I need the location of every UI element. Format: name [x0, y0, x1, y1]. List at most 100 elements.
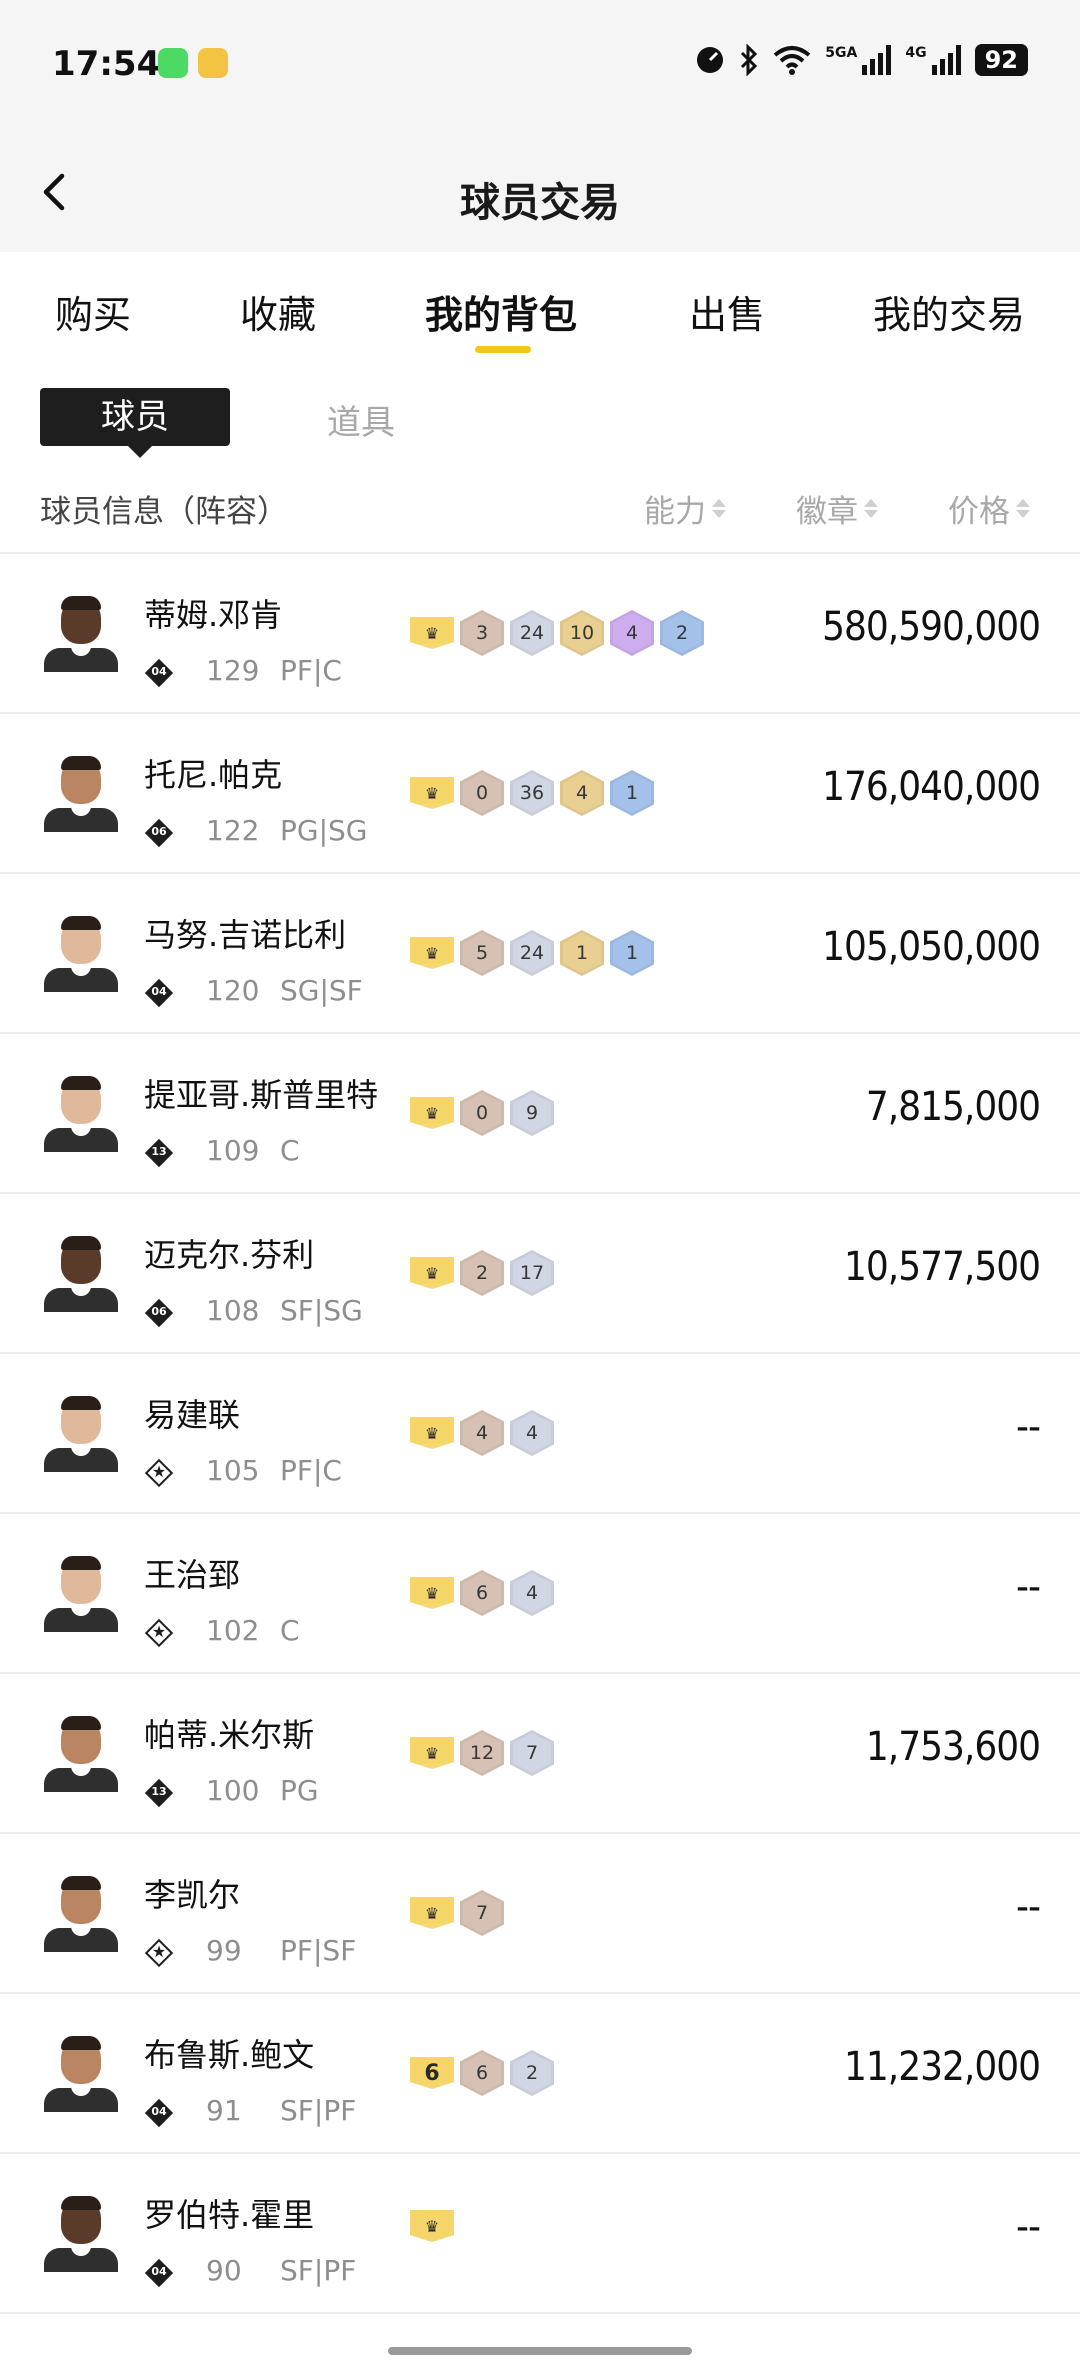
lineup-badge-label: 04 — [151, 2265, 167, 2278]
lineup-badge-label: 04 — [151, 985, 167, 998]
player-row[interactable]: 提亚哥.斯普里特 13 109 C ♛ 0 9 7,815,000 — [0, 1034, 1080, 1194]
badge-hex-bronze: 7 — [460, 1890, 504, 1936]
player-row[interactable]: 迈克尔.芬利 06 108 SF|SG ♛ 2 17 10,577,500 — [0, 1194, 1080, 1354]
badge-count: 1 — [613, 773, 651, 813]
player-row[interactable]: 易建联 ★ 105 PF|C ♛ 4 4 -- — [0, 1354, 1080, 1514]
badge-hex-bronze: 0 — [460, 1090, 504, 1136]
player-name: 马努.吉诺比利 — [144, 916, 347, 954]
tab-sell[interactable]: 出售 — [689, 284, 765, 339]
badge-hex-bronze: 5 — [460, 930, 504, 976]
lineup-badge-icon: 04 — [144, 2098, 174, 2128]
lineup-badge-icon: 13 — [144, 1778, 174, 1808]
player-row[interactable]: 马努.吉诺比利 04 120 SG|SF ♛ 5 24 1 1 105,050,000 — [0, 874, 1080, 1034]
badge-group: ♛ 0 36 4 1 — [410, 770, 654, 816]
hair-shape — [61, 1076, 101, 1090]
column-price-label: 价格 — [948, 494, 1010, 530]
badge-count: 17 — [513, 1253, 551, 1293]
badge-hex-bronze: 3 — [460, 610, 504, 656]
badge-count: 0 — [463, 1093, 501, 1133]
lineup-badge-label: 04 — [151, 665, 167, 678]
player-position: SF|PF — [280, 2094, 357, 2127]
sort-icon — [1016, 499, 1030, 518]
player-rating: 120 — [206, 974, 260, 1007]
badge-count: 36 — [513, 773, 551, 813]
badge-count: 24 — [513, 613, 551, 653]
home-indicator[interactable] — [388, 2347, 692, 2355]
hair-shape — [61, 1556, 101, 1570]
player-row[interactable]: 托尼.帕克 06 122 PG|SG ♛ 0 36 4 1 176,040,000 — [0, 714, 1080, 874]
player-row[interactable]: 李凯尔 ★ 99 PF|SF ♛ 7 -- — [0, 1834, 1080, 1994]
player-position: PG|SG — [280, 814, 368, 847]
player-avatar — [40, 1872, 122, 1952]
player-row[interactable]: 帕蒂.米尔斯 13 100 PG ♛ 12 7 1,753,600 — [0, 1674, 1080, 1834]
badge-count: 10 — [563, 613, 601, 653]
badge-hex-bronze: 12 — [460, 1730, 504, 1776]
badge-group: ♛ 3 24 10 4 2 — [410, 610, 704, 656]
badge-count: 4 — [513, 1413, 551, 1453]
lineup-badge-icon: ★ — [144, 1938, 174, 1968]
weibo-app-icon — [198, 48, 228, 78]
sort-by-ability[interactable]: 能力 — [644, 486, 726, 531]
badge-count: 6 — [463, 2053, 501, 2093]
segment-items[interactable]: 道具 — [327, 395, 395, 444]
player-price: 176,040,000 — [822, 764, 1041, 810]
crown-icon: ♛ — [410, 1257, 454, 1289]
badge-group: ♛ 4 4 — [410, 1410, 554, 1456]
crown-icon: ♛ — [410, 1897, 454, 1929]
player-price: -- — [1016, 1884, 1041, 1930]
sort-by-price[interactable]: 价格 — [948, 486, 1030, 531]
status-bar: 17:54 5GA 4G 92 — [0, 0, 1080, 130]
tab-buy[interactable]: 购买 — [55, 284, 131, 339]
badge-count: 12 — [463, 1733, 501, 1773]
sort-icon — [712, 499, 726, 518]
sort-by-badge[interactable]: 徽章 — [796, 486, 878, 531]
player-row[interactable]: 蒂姆.邓肯 04 129 PF|C ♛ 3 24 10 4 2 580,590,000 — [0, 554, 1080, 714]
crown-icon: ♛ — [410, 1417, 454, 1449]
crown-icon: ♛ — [410, 937, 454, 969]
crown-icon: ♛ — [410, 1097, 454, 1129]
tab-my-backpack[interactable]: 我的背包 — [425, 284, 577, 339]
player-position: SG|SF — [280, 974, 363, 1007]
badge-count: 4 — [613, 613, 651, 653]
signal-sim1-icon: 5GA — [825, 45, 892, 75]
badge-count: 4 — [563, 773, 601, 813]
page-title: 球员交易 — [460, 180, 620, 226]
tab-my-trades[interactable]: 我的交易 — [873, 284, 1025, 339]
badge-hex-gold: 1 — [560, 930, 604, 976]
status-time: 17:54 — [52, 44, 161, 84]
active-tab-indicator — [475, 346, 531, 353]
lineup-badge-label: ★ — [151, 1462, 167, 1481]
nav-bar: 球员交易 — [0, 130, 1080, 252]
lineup-badge-icon: 04 — [144, 2258, 174, 2288]
badge-group: ♛ 2 17 — [410, 1250, 554, 1296]
player-avatar — [40, 592, 122, 672]
hair-shape — [61, 1876, 101, 1890]
badge-group: ♛ — [410, 2210, 454, 2242]
tab-favorites[interactable]: 收藏 — [240, 284, 316, 339]
player-position: SF|SG — [280, 1294, 363, 1327]
badge-count: 1 — [613, 933, 651, 973]
player-price: 7,815,000 — [865, 1084, 1041, 1130]
player-row[interactable]: 布鲁斯.鲍文 04 91 SF|PF 6 6 2 11,232,000 — [0, 1994, 1080, 2154]
player-position: C — [280, 1614, 300, 1647]
player-row[interactable]: 罗伯特.霍里 04 90 SF|PF ♛ -- — [0, 2154, 1080, 2314]
badge-count: 7 — [513, 1733, 551, 1773]
wifi-icon — [774, 46, 811, 75]
badge-hex-purple: 4 — [610, 610, 654, 656]
player-avatar — [40, 2032, 122, 2112]
column-header-row: 球员信息（阵容） 能力 徽章 价格 — [0, 480, 1080, 554]
badge-group: ♛ 0 9 — [410, 1090, 554, 1136]
signal-sim2-icon: 4G — [905, 45, 961, 75]
player-row[interactable]: 王治郅 ★ 102 C ♛ 6 4 -- — [0, 1514, 1080, 1674]
player-price: -- — [1016, 1564, 1041, 1610]
player-name: 罗伯特.霍里 — [144, 2196, 315, 2234]
lineup-badge-icon: ★ — [144, 1458, 174, 1488]
hair-shape — [61, 1396, 101, 1410]
crown-icon: ♛ — [410, 1577, 454, 1609]
player-price: -- — [1016, 2204, 1041, 2250]
badge-hex-bronze: 6 — [460, 1570, 504, 1616]
player-rating: 129 — [206, 654, 260, 687]
player-price: 580,590,000 — [822, 604, 1041, 650]
segment-players[interactable]: 球员 — [40, 388, 230, 458]
lineup-badge-icon: 04 — [144, 658, 174, 688]
